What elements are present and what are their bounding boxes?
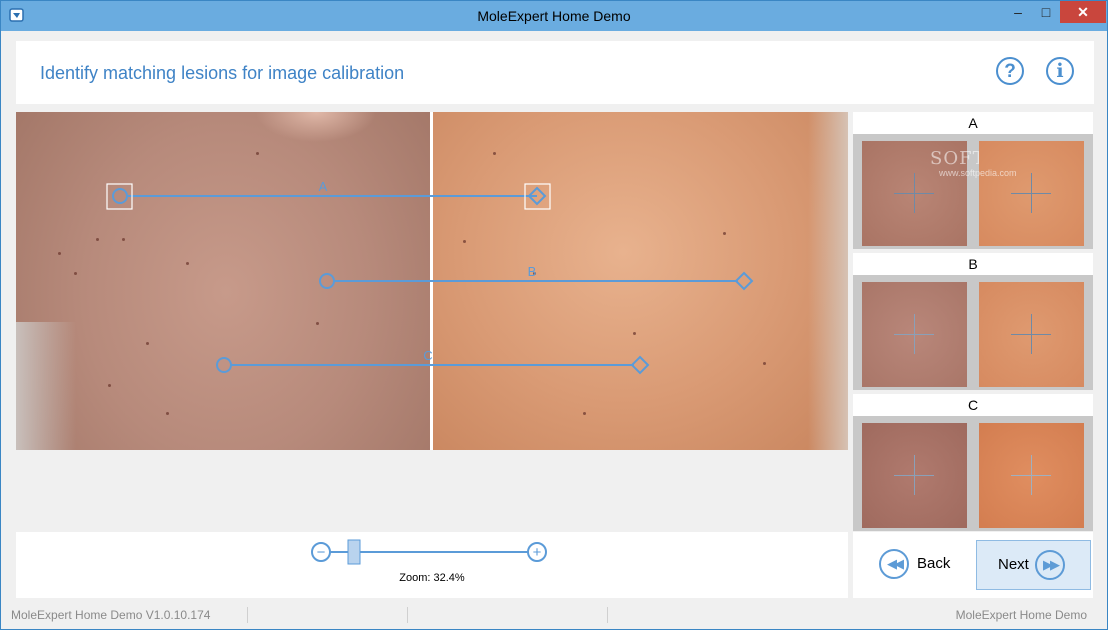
status-app-name: MoleExpert Home Demo (955, 608, 1087, 622)
title-bar: MoleExpert Home Demo – □ ✕ (1, 1, 1107, 31)
marker-c-left-handle[interactable] (216, 357, 232, 373)
zoom-slider[interactable]: − + (16, 532, 848, 572)
marker-a-left-handle[interactable] (112, 188, 128, 204)
zoom-label: Zoom: 32.4% (399, 572, 465, 584)
help-icon[interactable]: ? (996, 57, 1024, 85)
pair-label-b: B (853, 253, 1093, 275)
marker-c-right-handle[interactable] (630, 355, 650, 375)
window-title: MoleExpert Home Demo (477, 8, 631, 24)
marker-label-c: C (423, 348, 432, 363)
pair-label-c: C (853, 394, 1093, 416)
next-label: Next (998, 556, 1029, 573)
back-button[interactable]: ◀◀ Back (853, 540, 971, 590)
thumb-b-right[interactable] (979, 282, 1084, 387)
back-arrow-icon: ◀◀ (879, 549, 909, 579)
close-button[interactable]: ✕ (1060, 1, 1106, 23)
lesion-pairs-panel: A SOFTPEDIA www.softpedia.com B (853, 112, 1093, 532)
minimize-button[interactable]: – (1003, 1, 1033, 23)
thumb-c-right[interactable] (979, 423, 1084, 528)
thumb-a-right[interactable] (979, 141, 1084, 246)
marker-overlay: A B C (106, 179, 754, 375)
pair-b[interactable] (853, 275, 1093, 390)
marker-b-right-handle[interactable] (734, 271, 754, 291)
page-title: Identify matching lesions for image cali… (40, 63, 405, 83)
info-icon[interactable]: i (1046, 57, 1074, 85)
maximize-button[interactable]: □ (1031, 1, 1061, 23)
client-area: Identify matching lesions for image cali… (9, 32, 1101, 625)
thumb-c-left[interactable] (862, 423, 967, 528)
zoom-panel: − + Zoom: 32.4% (16, 532, 848, 598)
pair-label-a: A (853, 112, 1093, 134)
pair-a[interactable]: SOFTPEDIA www.softpedia.com (853, 134, 1093, 249)
thumb-a-left[interactable]: SOFTPEDIA (862, 141, 1049, 246)
next-button[interactable]: Next ▶▶ (976, 540, 1091, 590)
marker-label-b: B (528, 264, 537, 279)
status-separator (607, 607, 608, 623)
app-window: MoleExpert Home Demo – □ ✕ Identify matc… (0, 0, 1108, 630)
thumb-b-left[interactable] (862, 282, 967, 387)
pair-c[interactable] (853, 416, 1093, 531)
zoom-plus-glyph: + (533, 544, 542, 561)
zoom-minus-glyph: − (317, 544, 326, 561)
softpedia-url: www.softpedia.com (939, 168, 1017, 178)
zoom-thumb[interactable] (347, 539, 361, 565)
navigation-panel: ◀◀ Back Next ▶▶ (853, 532, 1093, 598)
status-separator (407, 607, 408, 623)
status-bar: MoleExpert Home Demo V1.0.10.174 MoleExp… (9, 605, 1101, 625)
header-panel: Identify matching lesions for image cali… (16, 41, 1094, 104)
image-comparison-viewer[interactable]: A B C (16, 112, 848, 450)
next-arrow-icon: ▶▶ (1035, 550, 1065, 580)
marker-label-a: A (319, 179, 328, 194)
marker-b-left-handle[interactable] (319, 273, 335, 289)
status-version: MoleExpert Home Demo V1.0.10.174 (11, 608, 211, 622)
back-label: Back (917, 555, 951, 572)
status-separator (247, 607, 248, 623)
